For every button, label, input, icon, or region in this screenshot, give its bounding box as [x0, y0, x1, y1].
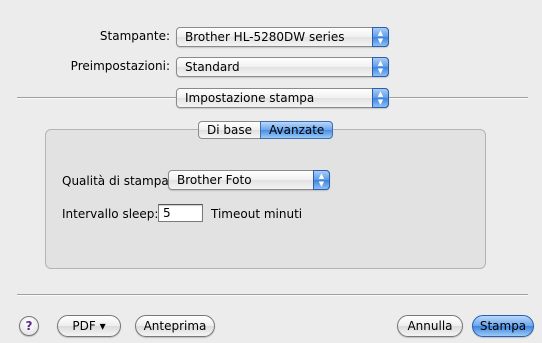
tab-bar: Di base Avanzate — [198, 121, 334, 139]
sleep-field[interactable]: 5 — [158, 204, 203, 222]
help-button[interactable]: ? — [19, 316, 39, 336]
tab-di-base[interactable]: Di base — [198, 121, 260, 139]
preview-button[interactable]: Anteprima — [135, 315, 215, 337]
cancel-button[interactable]: Annulla — [397, 315, 463, 337]
arrow-down-icon: ▼ — [377, 37, 384, 45]
print-button[interactable]: Stampa — [472, 315, 534, 337]
arrow-down-icon: ▼ — [377, 98, 384, 106]
presets-label: Preimpostazioni: — [70, 59, 170, 73]
tab-avanzate[interactable]: Avanzate — [260, 121, 334, 139]
arrow-down-icon: ▼ — [318, 180, 325, 188]
separator-right — [389, 97, 528, 99]
quality-value: Brother Foto — [177, 173, 252, 187]
arrow-down-icon: ▼ — [377, 67, 384, 75]
quality-label: Qualità di stampa: — [62, 174, 173, 188]
popup-arrows-icon: ▲ ▼ — [372, 88, 389, 108]
presets-value: Standard — [185, 60, 240, 74]
arrow-up-icon: ▲ — [377, 59, 384, 67]
quality-popup[interactable]: Brother Foto ▲ ▼ — [168, 170, 330, 190]
popup-arrows-icon: ▲ ▼ — [372, 57, 389, 77]
sleep-label: Intervallo sleep: — [62, 207, 159, 221]
presets-popup[interactable]: Standard ▲ ▼ — [176, 57, 389, 77]
pdf-button[interactable]: PDF ▾ — [57, 315, 121, 337]
sleep-suffix: Timeout minuti — [211, 207, 303, 221]
popup-arrows-icon: ▲ ▼ — [372, 27, 389, 47]
printer-value: Brother HL-5280DW series — [185, 30, 345, 44]
panel-menu-value: Impostazione stampa — [185, 91, 315, 105]
printer-label: Stampante: — [99, 29, 170, 43]
arrow-up-icon: ▲ — [377, 90, 384, 98]
popup-arrows-icon: ▲ ▼ — [313, 170, 330, 190]
panel-menu-popup[interactable]: Impostazione stampa ▲ ▼ — [176, 88, 389, 108]
separator-left — [17, 97, 176, 99]
printer-popup[interactable]: Brother HL-5280DW series ▲ ▼ — [176, 27, 389, 47]
arrow-up-icon: ▲ — [377, 29, 384, 37]
footer-separator — [17, 294, 528, 296]
arrow-up-icon: ▲ — [318, 172, 325, 180]
settings-group-box — [45, 129, 486, 269]
